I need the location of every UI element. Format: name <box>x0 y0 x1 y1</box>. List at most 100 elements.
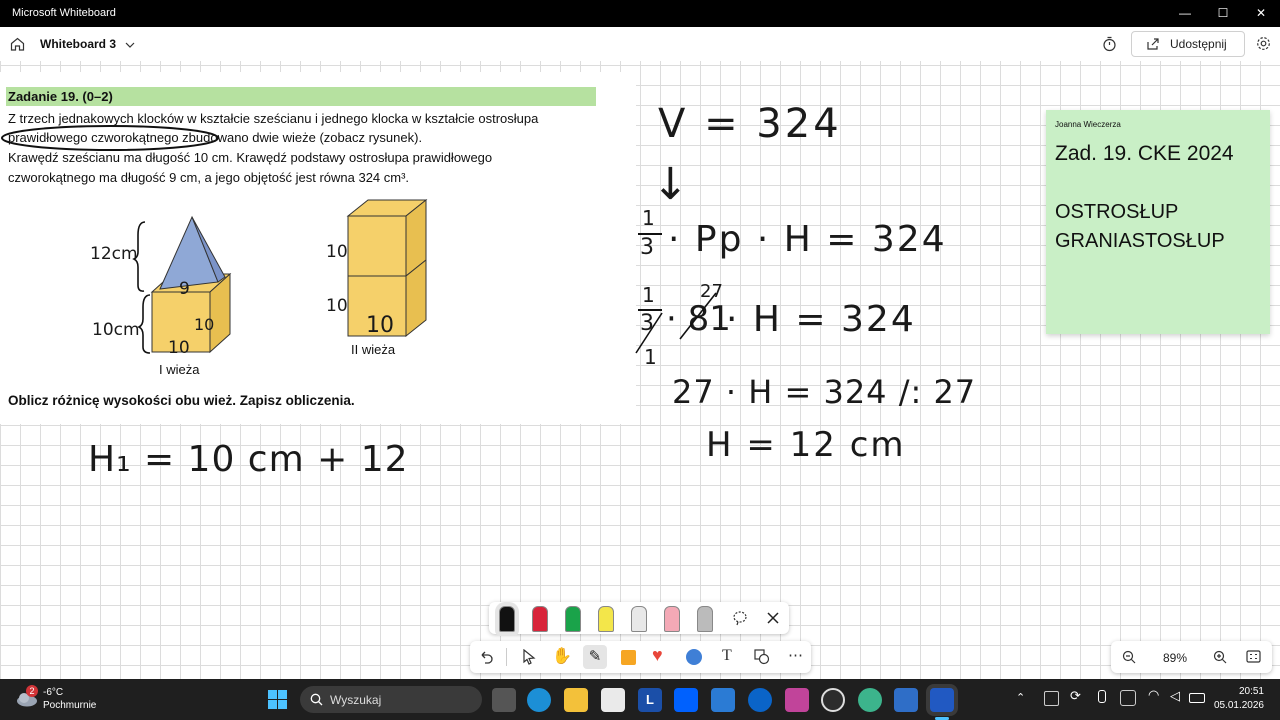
text-icon[interactable]: T <box>722 647 732 665</box>
sticky-note-icon[interactable] <box>621 650 636 665</box>
weather-desc: Pochmurnie <box>43 700 97 711</box>
main-toolbar: ✋ ✎ ♥ T ⋯ <box>470 641 811 673</box>
task-question: Oblicz różnicę wysokości obu wież. Zapis… <box>8 393 355 408</box>
ink-eq3: 27 · H = 324 /: 27 <box>672 373 977 411</box>
windows-start-icon[interactable] <box>268 690 287 709</box>
globe-app-icon[interactable] <box>858 688 882 712</box>
close-pen-tray-icon[interactable] <box>767 612 779 624</box>
tower-2-bottom-label: 10 <box>326 296 348 316</box>
pen-eraser-white-icon[interactable] <box>631 606 647 632</box>
pen-green-icon[interactable] <box>565 606 581 632</box>
ink-eq2-27: 27 <box>700 281 723 302</box>
select-pointer-icon[interactable] <box>522 649 536 665</box>
file-explorer-icon[interactable] <box>564 688 588 712</box>
lasso-select-icon[interactable] <box>732 610 748 626</box>
shapes-chat-icon[interactable] <box>686 649 702 665</box>
clock-date: 05.01.2026 <box>1213 700 1264 711</box>
ink-eq2-one: 1 <box>644 345 657 369</box>
whiteboard-pen-app-icon[interactable] <box>894 688 918 712</box>
sticky-note-line-1: Zad. 19. CKE 2024 <box>1055 142 1234 165</box>
search-icon <box>310 693 323 706</box>
title-bar: Microsoft Whiteboard — ☐ ✕ <box>0 0 1280 27</box>
settings-gear-icon[interactable] <box>1256 36 1271 51</box>
clock-time: 20:51 <box>1238 686 1264 697</box>
search-placeholder: Wyszukaj <box>330 693 382 707</box>
tray-mic-icon[interactable] <box>1098 690 1106 703</box>
zoom-in-icon[interactable] <box>1213 650 1227 664</box>
share-button[interactable]: Udostępnij <box>1131 31 1245 57</box>
taskbar-search[interactable]: Wyszukaj <box>300 686 482 713</box>
battery-icon[interactable] <box>1189 693 1205 703</box>
whiteboard-app-icon[interactable] <box>930 688 954 712</box>
outlook-icon[interactable] <box>748 688 772 712</box>
window-title: Microsoft Whiteboard <box>12 7 116 19</box>
tower-1-pyramid-base-label: 9 <box>179 279 190 299</box>
tray-chevron-up-icon[interactable]: ⌃ <box>1016 691 1025 704</box>
tray-sync-icon[interactable]: ⟳ <box>1070 688 1081 704</box>
sticky-note-line-2: OSTROSŁUP <box>1055 201 1179 223</box>
minimize-button[interactable]: — <box>1167 0 1203 27</box>
toolbar-divider <box>506 648 507 666</box>
chevron-down-icon <box>125 42 135 48</box>
ink-ellipse <box>1 125 219 151</box>
windows-taskbar: 2 -6°C Pochmurnie Wyszukaj L ⌃ ⟳ ◠ ◁ 20:… <box>0 679 1280 720</box>
obs-icon[interactable] <box>821 688 845 712</box>
ink-eq1-fraction-num: 1 <box>642 206 655 230</box>
fit-to-screen-icon[interactable] <box>1246 650 1261 663</box>
ink-eq1-rest: · Pp · H = 324 <box>668 219 947 260</box>
app-l-icon[interactable]: L <box>638 688 662 712</box>
board-name-dropdown[interactable]: Whiteboard 3 <box>40 37 135 51</box>
task-heading: Zadanie 19. (0–2) <box>8 89 113 104</box>
sticky-note-line-3: GRANIASTOSŁUP <box>1055 230 1225 252</box>
zoom-level[interactable]: 89% <box>1163 651 1187 665</box>
ink-eq2-num: 1 <box>642 283 655 307</box>
clock[interactable]: 20:51 05.01.2026 <box>1210 685 1264 713</box>
pen-eraser-pink-icon[interactable] <box>664 606 680 632</box>
app-bar: Whiteboard 3 Udostępnij <box>0 27 1280 62</box>
tray-app-1-icon[interactable] <box>1044 691 1059 706</box>
share-icon <box>1147 38 1159 50</box>
mail-icon[interactable] <box>711 688 735 712</box>
pen-red-icon[interactable] <box>532 606 548 632</box>
store-icon[interactable] <box>601 688 625 712</box>
task-view-icon[interactable] <box>492 688 516 712</box>
pen-black-icon[interactable] <box>499 606 515 632</box>
maximize-button[interactable]: ☐ <box>1205 0 1241 27</box>
ink-arrow: ↓ <box>652 159 689 210</box>
tray-app-2-icon[interactable] <box>1120 690 1136 706</box>
pen-yellow-icon[interactable] <box>598 606 614 632</box>
undo-icon[interactable] <box>479 650 493 664</box>
tower-2-label: II wieża <box>351 342 396 357</box>
weather-badge: 2 <box>26 685 38 697</box>
reactions-heart-icon[interactable]: ♥ <box>652 645 663 666</box>
zoom-out-icon[interactable] <box>1122 650 1136 664</box>
tower-1-front-label: 10 <box>168 338 190 358</box>
ink-eq2-rest: · H = 324 <box>726 299 916 340</box>
ink-volume: V = 324 <box>658 101 842 147</box>
edge-browser-icon[interactable] <box>527 688 551 712</box>
tower-2-front-label: 10 <box>366 313 394 338</box>
sticky-note-author: Joanna Wieczerza <box>1055 120 1121 129</box>
pan-hand-icon[interactable]: ✋ <box>552 646 572 666</box>
share-label: Udostępnij <box>1170 37 1227 51</box>
weather-temp: -6°C <box>43 687 64 698</box>
ink-h1-equation: H₁ = 10 cm + 12 <box>88 439 409 480</box>
volume-icon[interactable]: ◁ <box>1170 688 1180 704</box>
whiteboard-canvas[interactable]: Zadanie 19. (0–2) Z trzech jednakowych k… <box>0 61 1280 679</box>
sticky-note[interactable]: Joanna Wieczerza Zad. 19. CKE 2024 OSTRO… <box>1046 110 1270 334</box>
pen-ruler-icon[interactable] <box>697 606 713 632</box>
ink-pen-icon[interactable]: ✎ <box>583 645 607 669</box>
weather-widget[interactable]: 2 -6°C Pochmurnie <box>16 685 106 715</box>
task-line-4: czworokątnego ma długość 9 cm, a jego ob… <box>8 170 410 185</box>
task-image[interactable]: Zadanie 19. (0–2) Z trzech jednakowych k… <box>0 72 636 424</box>
home-icon[interactable] <box>10 37 25 51</box>
office-icon[interactable] <box>785 688 809 712</box>
wifi-icon[interactable]: ◠ <box>1148 687 1159 703</box>
shapes-icon[interactable] <box>754 649 770 665</box>
timer-icon[interactable] <box>1102 36 1117 52</box>
close-button[interactable]: ✕ <box>1243 0 1279 27</box>
more-options-icon[interactable]: ⋯ <box>788 646 803 664</box>
tower-1-side-label: 10 <box>194 315 215 334</box>
dropbox-icon[interactable] <box>674 688 698 712</box>
tower-1-height-top: 12cm <box>90 244 138 264</box>
